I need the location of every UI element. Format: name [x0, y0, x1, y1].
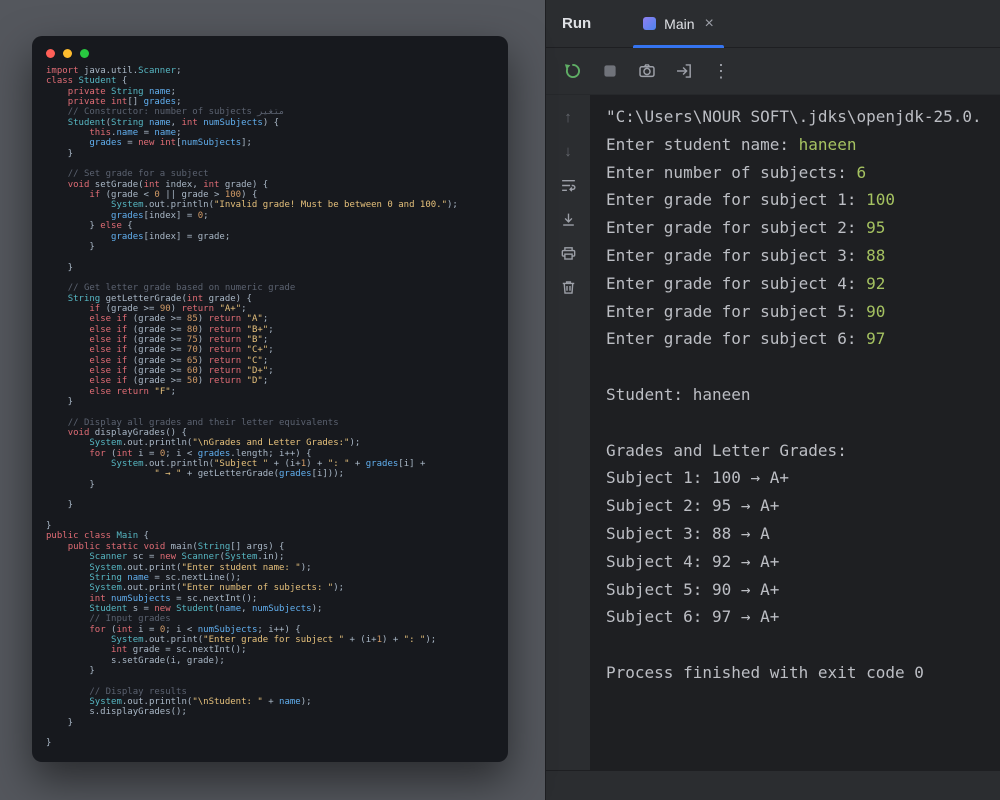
print-button[interactable] — [558, 243, 578, 263]
console-line — [606, 631, 1000, 659]
run-body: ↑ ↓ — [546, 95, 1000, 770]
console-line: Enter grade for subject 5: 90 — [606, 298, 1000, 326]
more-button[interactable]: ⋮ — [710, 60, 732, 82]
next-occurrence-button[interactable]: ↓ — [558, 141, 578, 161]
stop-button[interactable] — [599, 60, 621, 82]
minimize-dot[interactable] — [63, 49, 72, 58]
code-editor-pane: import java.util.Scanner; class Student … — [0, 0, 545, 800]
console-line — [606, 353, 1000, 381]
tab-main[interactable]: Main × — [633, 0, 724, 47]
console-line — [606, 409, 1000, 437]
status-bar — [546, 770, 1000, 800]
zoom-dot[interactable] — [80, 49, 89, 58]
tab-active-underline — [633, 45, 724, 48]
run-tool-title: Run — [562, 15, 591, 32]
run-header: Run Main × — [546, 0, 1000, 48]
console-gutter-toolbar: ↑ ↓ — [546, 95, 590, 770]
clear-console-button[interactable] — [558, 277, 578, 297]
camera-icon — [638, 62, 656, 80]
window-titlebar — [32, 36, 508, 60]
kebab-icon: ⋮ — [712, 62, 730, 80]
console-line: Enter student name: haneen — [606, 131, 1000, 159]
rerun-button[interactable] — [562, 60, 584, 82]
open-in-editor-button[interactable] — [673, 60, 695, 82]
console-line: Enter grade for subject 3: 88 — [606, 242, 1000, 270]
rerun-icon — [564, 62, 582, 80]
tab-label: Main — [664, 16, 694, 32]
console-line: Student: haneen — [606, 381, 1000, 409]
console-line: Subject 2: 95 → A+ — [606, 492, 1000, 520]
console-line: Subject 5: 90 → A+ — [606, 576, 1000, 604]
run-toolbar: ⋮ — [546, 48, 1000, 95]
console-line: Enter grade for subject 1: 100 — [606, 186, 1000, 214]
tab-close-icon[interactable]: × — [705, 16, 714, 32]
close-dot[interactable] — [46, 49, 55, 58]
arrow-up-icon: ↑ — [564, 110, 572, 125]
arrow-down-icon: ↓ — [564, 144, 572, 159]
run-tool-window: Run Main × — [545, 0, 1000, 800]
soft-wrap-button[interactable] — [558, 175, 578, 195]
run-config-icon — [643, 17, 656, 30]
console-line: Enter grade for subject 2: 95 — [606, 214, 1000, 242]
soft-wrap-icon — [560, 177, 577, 194]
console-line: Process finished with exit code 0 — [606, 659, 1000, 687]
screen: import java.util.Scanner; class Student … — [0, 0, 1000, 800]
java-code: import java.util.Scanner; class Student … — [32, 60, 508, 759]
arrow-into-frame-icon — [675, 62, 693, 80]
trash-icon — [560, 279, 577, 296]
console-line: Subject 6: 97 → A+ — [606, 603, 1000, 631]
printer-icon — [560, 245, 577, 262]
thread-dump-button[interactable] — [636, 60, 658, 82]
console-line: Subject 4: 92 → A+ — [606, 548, 1000, 576]
prev-occurrence-button[interactable]: ↑ — [558, 107, 578, 127]
console-line: Enter grade for subject 4: 92 — [606, 270, 1000, 298]
code-window: import java.util.Scanner; class Student … — [32, 36, 508, 762]
scroll-to-end-icon — [560, 211, 577, 228]
console-line: Subject 1: 100 → A+ — [606, 464, 1000, 492]
stop-icon — [601, 62, 619, 80]
console-line: "C:\Users\NOUR SOFT\.jdks\openjdk-25.0. — [606, 103, 1000, 131]
console-line: Grades and Letter Grades: — [606, 437, 1000, 465]
console-line: Enter grade for subject 6: 97 — [606, 325, 1000, 353]
console-output[interactable]: "C:\Users\NOUR SOFT\.jdks\openjdk-25.0.E… — [590, 95, 1000, 770]
scroll-to-end-button[interactable] — [558, 209, 578, 229]
console-line: Enter number of subjects: 6 — [606, 159, 1000, 187]
console-line: Subject 3: 88 → A — [606, 520, 1000, 548]
